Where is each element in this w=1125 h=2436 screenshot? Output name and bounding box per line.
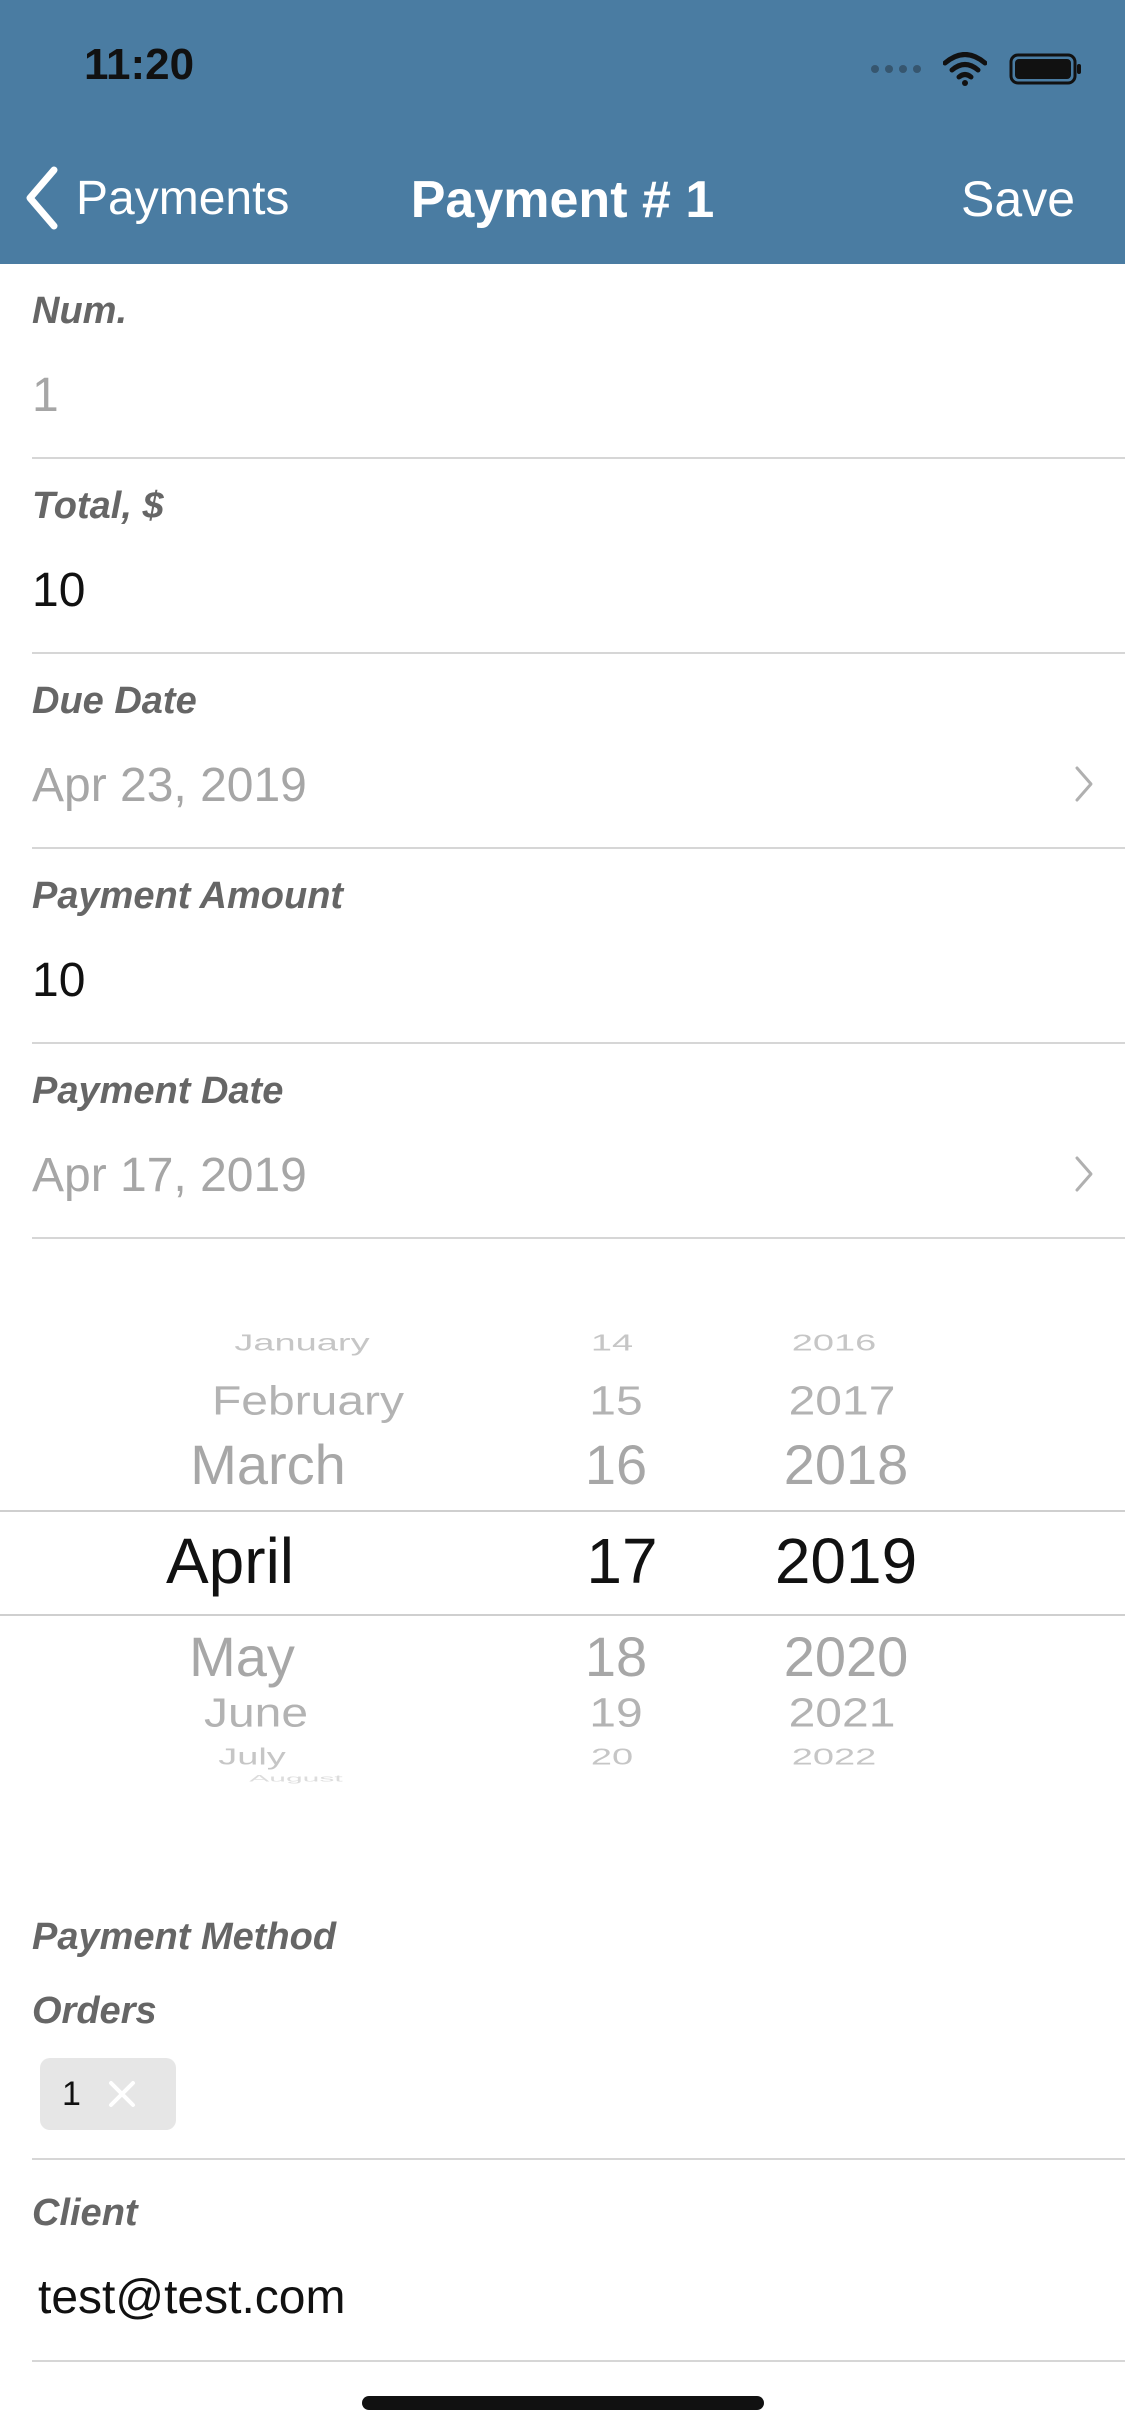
picker-month-option[interactable]: January [234,1331,369,1357]
order-chip-label: 1 [62,2074,81,2113]
divider [32,2360,1125,2362]
picker-day-option[interactable]: 15 [589,1378,642,1425]
nav-bar: Payments Payment # 1 Save [0,160,1125,240]
num-field: Num. 1 [0,264,1125,459]
picker-month-option[interactable]: August [249,1774,342,1784]
payment-method-label: Payment Method [32,1916,337,1958]
picker-day-option[interactable]: 19 [589,1690,642,1737]
picker-year-option[interactable]: 2020 [784,1624,909,1689]
payment-amount-input[interactable]: 10 [32,953,85,1008]
picker-month-option[interactable]: February [212,1378,404,1425]
order-chip[interactable]: 1 [40,2058,176,2130]
payment-date-value[interactable]: Apr 17, 2019 [32,1148,307,1203]
picker-day-selected[interactable]: 17 [586,1524,657,1598]
home-indicator[interactable] [362,2396,764,2410]
total-input[interactable]: 10 [32,563,85,618]
payment-amount-field[interactable]: Payment Amount 10 [0,849,1125,1044]
divider [32,1237,1125,1239]
picker-year-option[interactable]: 2017 [789,1378,896,1425]
battery-icon [1009,53,1081,85]
due-date-value[interactable]: Apr 23, 2019 [32,758,307,813]
close-icon[interactable] [107,2079,137,2109]
total-field[interactable]: Total, $ 10 [0,459,1125,654]
picker-month-option[interactable]: July [218,1745,286,1771]
picker-year-option[interactable]: 2022 [792,1745,877,1771]
payment-amount-label: Payment Amount [32,875,344,917]
picker-selection-top-line [0,1510,1125,1512]
payment-date-label: Payment Date [32,1070,284,1112]
date-picker[interactable]: January February March April May June Ju… [0,1240,1125,1845]
payment-date-field[interactable]: Payment Date Apr 17, 2019 [0,1044,1125,1239]
save-button[interactable]: Save [961,170,1075,228]
due-date-label: Due Date [32,680,197,722]
chevron-right-icon [1075,1156,1093,1192]
picker-month-selected[interactable]: April [166,1524,294,1598]
navigation-header: 11:20 Payments Payment # 1 Save [0,0,1125,264]
divider [32,2158,1125,2160]
picker-day-option[interactable]: 20 [591,1745,633,1771]
picker-day-option[interactable]: 14 [591,1331,633,1357]
page-title: Payment # 1 [410,171,715,229]
num-value: 1 [32,369,59,422]
client-label: Client [32,2192,138,2234]
picker-month-option[interactable]: March [190,1432,346,1497]
status-time: 11:20 [84,40,195,89]
orders-label: Orders [32,1990,157,2032]
picker-year-option[interactable]: 2018 [784,1432,909,1497]
status-icons [871,52,1083,86]
due-date-field[interactable]: Due Date Apr 23, 2019 [0,654,1125,849]
signal-icon [871,65,921,73]
picker-year-option[interactable]: 2016 [792,1331,877,1357]
picker-year-option[interactable]: 2021 [789,1690,896,1737]
wifi-icon [943,52,987,86]
picker-selection-bottom-line [0,1614,1125,1616]
total-label: Total, $ [32,485,164,527]
chevron-right-icon [1075,766,1093,802]
client-value[interactable]: test@test.com [38,2270,345,2325]
picker-day-option[interactable]: 18 [585,1624,647,1689]
picker-month-option[interactable]: June [204,1690,308,1737]
num-label: Num. [32,290,127,332]
picker-year-selected[interactable]: 2019 [775,1524,917,1598]
picker-day-option[interactable]: 16 [585,1432,647,1497]
picker-month-option[interactable]: May [189,1624,295,1689]
